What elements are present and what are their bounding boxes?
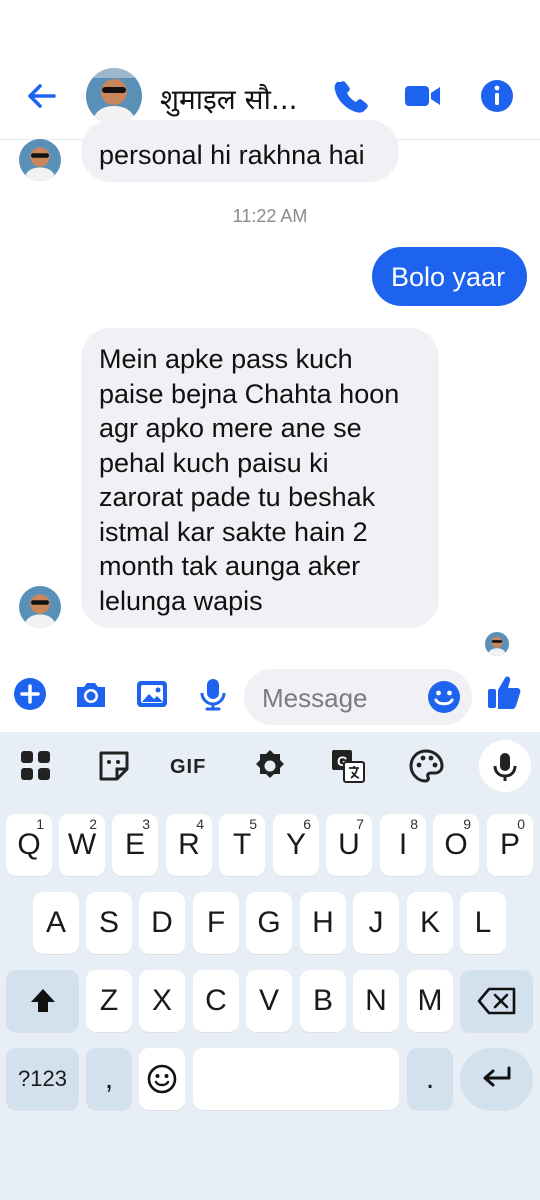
emoji-icon[interactable] (426, 679, 462, 715)
smiley-icon (147, 1064, 177, 1094)
key-n[interactable]: N (353, 970, 399, 1032)
message-line: paise bejna Chahta hoon (99, 378, 400, 409)
key-u[interactable]: 7U (326, 814, 372, 876)
microphone-icon[interactable] (195, 676, 231, 712)
keyboard: GIF G 1Q 2W 3E 4R 5T 6Y 7U 8I 9O 0P A S … (0, 732, 540, 1200)
space-key[interactable] (193, 1048, 399, 1110)
backspace-icon (477, 987, 515, 1015)
outgoing-message-bubble[interactable]: Bolo yaar (372, 247, 527, 306)
message-line: month tak aunga aker (99, 551, 361, 581)
key-w[interactable]: 2W (59, 814, 105, 876)
message-text: Bolo yaar (391, 262, 506, 292)
key-v[interactable]: V (246, 970, 292, 1032)
voice-input-icon[interactable] (479, 740, 531, 792)
message-line: zarorat pade tu beshak (99, 482, 376, 512)
backspace-key[interactable] (460, 970, 533, 1032)
comma-key[interactable]: , (86, 1048, 132, 1110)
key-g[interactable]: G (246, 892, 292, 954)
messenger-chat-screen: शुमाइल सौ... personal hi rakhna hai 11:2… (0, 0, 540, 1200)
key-x[interactable]: X (139, 970, 185, 1032)
contact-avatar-small[interactable] (19, 586, 61, 628)
key-i[interactable]: 8I (380, 814, 426, 876)
key-q[interactable]: 1Q (6, 814, 52, 876)
key-p[interactable]: 0P (487, 814, 533, 876)
video-camera-icon[interactable] (404, 78, 440, 114)
enter-icon (483, 1066, 510, 1087)
camera-icon[interactable] (73, 676, 109, 712)
add-icon[interactable] (12, 676, 48, 712)
incoming-message-bubble[interactable]: Mein apke pass kuch paise bejna Chahta h… (81, 328, 439, 628)
seen-receipt-avatar (485, 632, 509, 656)
message-timestamp: 11:22 AM (232, 206, 308, 226)
key-f[interactable]: F (193, 892, 239, 954)
key-d[interactable]: D (139, 892, 185, 954)
key-l[interactable]: L (460, 892, 506, 954)
back-arrow-icon[interactable] (24, 78, 60, 114)
key-t[interactable]: 5T (219, 814, 265, 876)
message-line: lelunga wapis (99, 585, 263, 616)
key-a[interactable]: A (33, 892, 79, 954)
contact-avatar-small[interactable] (19, 139, 61, 181)
message-placeholder: Message (262, 683, 368, 713)
message-line: agr apko mere ane se (99, 413, 362, 443)
period-key[interactable]: . (407, 1048, 453, 1110)
key-b[interactable]: B (300, 970, 346, 1032)
sticker-icon[interactable] (96, 748, 132, 784)
message-text: personal hi rakhna hai (99, 140, 365, 170)
key-s[interactable]: S (86, 892, 132, 954)
message-line: Mein apke pass kuch (99, 344, 353, 374)
emoji-key[interactable] (139, 1048, 185, 1110)
key-e[interactable]: 3E (112, 814, 158, 876)
key-y[interactable]: 6Y (273, 814, 319, 876)
apps-grid-icon[interactable] (18, 748, 54, 784)
contact-name[interactable]: शुमाइल सौ... (160, 80, 298, 118)
chat-header: शुमाइल सौ... (0, 0, 540, 140)
key-o[interactable]: 9O (433, 814, 479, 876)
message-line: pehal kuch paisu ki (99, 447, 329, 478)
message-line: istmal kar sakte hain 2 (99, 516, 368, 547)
contact-avatar[interactable] (86, 68, 142, 124)
thumbs-up-icon[interactable] (486, 673, 522, 709)
key-h[interactable]: H (300, 892, 346, 954)
key-c[interactable]: C (193, 970, 239, 1032)
symbols-key[interactable]: ?123 (6, 1048, 79, 1110)
theme-palette-icon[interactable] (408, 748, 444, 784)
incoming-message-bubble[interactable]: personal hi rakhna hai (81, 120, 399, 182)
shift-key[interactable] (6, 970, 79, 1032)
key-k[interactable]: K (407, 892, 453, 954)
key-j[interactable]: J (353, 892, 399, 954)
translate-icon[interactable]: G (330, 748, 366, 784)
gallery-icon[interactable] (134, 676, 170, 712)
key-z[interactable]: Z (86, 970, 132, 1032)
settings-icon[interactable] (252, 748, 288, 784)
message-input[interactable]: Message (244, 669, 472, 725)
enter-key[interactable] (460, 1048, 533, 1110)
key-m[interactable]: M (407, 970, 453, 1032)
shift-icon (30, 989, 55, 1012)
key-r[interactable]: 4R (166, 814, 212, 876)
info-icon[interactable] (479, 78, 515, 114)
gif-icon[interactable]: GIF (170, 748, 214, 784)
phone-icon[interactable] (332, 78, 368, 114)
